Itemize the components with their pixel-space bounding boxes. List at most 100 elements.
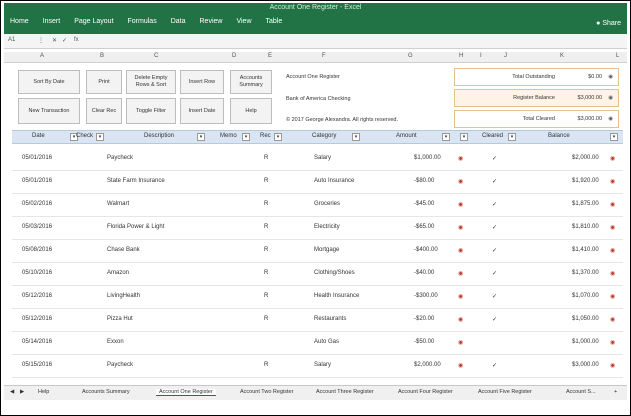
balance-cell[interactable]: $1,370.00 [572, 270, 599, 276]
col-header[interactable]: B [100, 53, 104, 59]
balance-cell[interactable]: $1,410.00 [572, 247, 599, 253]
category-cell[interactable]: Restaurants [314, 316, 346, 322]
dropdown-icon[interactable]: ⋮ [38, 37, 44, 44]
date-cell[interactable]: 05/15/2016 [22, 362, 52, 368]
filter-dropdown-icon[interactable]: ▾ [197, 133, 205, 141]
cleared-cell[interactable]: ✓ [492, 247, 497, 254]
amount-cell[interactable]: -$45.00 [414, 201, 434, 207]
rec-cell[interactable]: R [264, 178, 268, 184]
filter-dropdown-icon[interactable]: ▾ [352, 133, 360, 141]
description-cell[interactable]: LivingHealth [107, 293, 140, 299]
rec-cell[interactable]: R [264, 293, 268, 299]
sheet-tab-account-four[interactable]: Account Four Register [398, 389, 453, 395]
sort-by-date-button[interactable]: Sort By Date [18, 70, 80, 94]
cleared-cell[interactable]: ✓ [492, 293, 497, 300]
category-cell[interactable]: Auto Gas [314, 339, 339, 345]
insert-row-button[interactable]: Insert Row [180, 70, 224, 94]
table-row[interactable]: 05/12/2016 LivingHealth R Health Insuran… [12, 286, 623, 309]
date-cell[interactable]: 05/10/2016 [22, 270, 52, 276]
cleared-cell[interactable]: ✓ [492, 155, 497, 162]
category-cell[interactable]: Groceries [314, 201, 340, 207]
amount-cell[interactable]: $2,000.00 [414, 362, 441, 368]
cleared-cell[interactable]: ✓ [492, 362, 497, 369]
tab-table[interactable]: Table [266, 18, 283, 25]
accounts-summary-button[interactable]: Accounts Summary [230, 70, 272, 94]
col-header[interactable]: H [459, 53, 463, 59]
tab-insert[interactable]: Insert [43, 18, 61, 25]
table-row[interactable]: 05/03/2016 Florida Power & Light R Elect… [12, 217, 623, 240]
description-cell[interactable]: Pizza Hut [107, 316, 133, 322]
balance-cell[interactable]: $1,920.00 [572, 178, 599, 184]
cleared-cell[interactable]: ✓ [492, 224, 497, 231]
toggle-filter-button[interactable]: Toggle Filter [126, 98, 176, 124]
col-header[interactable]: E [268, 53, 272, 59]
sheet-tab-account-three[interactable]: Account Three Register [316, 389, 374, 395]
cleared-cell[interactable]: ✓ [492, 270, 497, 277]
balance-cell[interactable]: $1,070.00 [572, 293, 599, 299]
balance-cell[interactable]: $1,050.00 [572, 316, 599, 322]
col-header[interactable]: A [40, 53, 44, 59]
category-cell[interactable]: Clothing/Shoes [314, 270, 355, 276]
description-cell[interactable]: Paycheck [107, 155, 133, 161]
table-row[interactable]: 05/14/2016 Exxon Auto Gas -$50.00 ◉ $1,0… [12, 332, 623, 355]
amount-cell[interactable]: -$20.00 [414, 316, 434, 322]
sheet-tab-account-one[interactable]: Account One Register [156, 389, 216, 396]
table-row[interactable]: 05/15/2016 Paycheck R Salary $2,000.00 ◉… [12, 355, 623, 378]
description-cell[interactable]: Chase Bank [107, 247, 140, 253]
col-header[interactable]: I [480, 53, 482, 59]
cancel-icon[interactable]: ✕ [52, 37, 57, 44]
filter-dropdown-icon[interactable]: ▾ [610, 133, 618, 141]
amount-cell[interactable]: -$65.00 [414, 224, 434, 230]
description-cell[interactable]: State Farm Insurance [107, 178, 165, 184]
filter-dropdown-icon[interactable]: ▾ [242, 133, 250, 141]
cleared-cell[interactable]: ✓ [492, 201, 497, 208]
col-header[interactable]: F [322, 53, 326, 59]
tab-formulas[interactable]: Formulas [128, 18, 157, 25]
insert-date-button[interactable]: Insert Date [180, 98, 224, 124]
table-row[interactable]: 05/01/2016 State Farm Insurance R Auto I… [12, 171, 623, 194]
amount-cell[interactable]: -$50.00 [414, 339, 434, 345]
sheet-tab-help[interactable]: Help [38, 389, 49, 395]
balance-cell[interactable]: $1,875.00 [572, 201, 599, 207]
enter-icon[interactable]: ✓ [62, 37, 67, 44]
name-box[interactable]: A1 [8, 37, 15, 43]
amount-cell[interactable]: -$300.00 [414, 293, 438, 299]
sheet-tab-account-two[interactable]: Account Two Register [240, 389, 293, 395]
clear-rec-button[interactable]: Clear Rec [86, 98, 122, 124]
balance-cell[interactable]: $1,000.00 [572, 339, 599, 345]
fx-label[interactable]: fx [74, 37, 79, 43]
date-cell[interactable]: 05/03/2016 [22, 224, 52, 230]
help-button[interactable]: Help [230, 98, 272, 124]
col-header[interactable]: G [408, 53, 413, 59]
balance-cell[interactable]: $2,000.00 [572, 155, 599, 161]
description-cell[interactable]: Amazon [107, 270, 129, 276]
amount-cell[interactable]: -$400.00 [414, 247, 438, 253]
table-row[interactable]: 05/02/2016 Walmart R Groceries -$45.00 ◉… [12, 194, 623, 217]
date-cell[interactable]: 05/02/2016 [22, 201, 52, 207]
sheet-tab-account-five[interactable]: Account Five Register [478, 389, 532, 395]
amount-cell[interactable]: -$80.00 [414, 178, 434, 184]
filter-dropdown-icon[interactable]: ▾ [460, 133, 468, 141]
table-row[interactable]: 05/08/2016 Chase Bank R Mortgage -$400.0… [12, 240, 623, 263]
col-header[interactable]: L [616, 53, 619, 59]
rec-cell[interactable]: R [264, 362, 268, 368]
print-button[interactable]: Print [86, 70, 122, 94]
tab-page-layout[interactable]: Page Layout [74, 18, 113, 25]
table-row[interactable]: 05/01/2016 Paycheck R Salary $1,000.00 ◉… [12, 148, 623, 171]
rec-cell[interactable]: R [264, 155, 268, 161]
tab-view[interactable]: View [236, 18, 251, 25]
share-button[interactable]: ● Share [596, 20, 621, 27]
category-cell[interactable]: Salary [314, 155, 331, 161]
col-header[interactable]: C [154, 53, 158, 59]
balance-cell[interactable]: $3,000.00 [572, 362, 599, 368]
description-cell[interactable]: Exxon [107, 339, 124, 345]
cleared-cell[interactable]: ✓ [492, 178, 497, 185]
filter-dropdown-icon[interactable]: ▾ [508, 133, 516, 141]
date-cell[interactable]: 05/01/2016 [22, 155, 52, 161]
col-header[interactable]: D [232, 53, 236, 59]
amount-cell[interactable]: -$40.00 [414, 270, 434, 276]
rec-cell[interactable]: R [264, 224, 268, 230]
filter-dropdown-icon[interactable]: ▾ [442, 133, 450, 141]
category-cell[interactable]: Mortgage [314, 247, 339, 253]
table-row[interactable]: 05/12/2016 Pizza Hut R Restaurants -$20.… [12, 309, 623, 332]
